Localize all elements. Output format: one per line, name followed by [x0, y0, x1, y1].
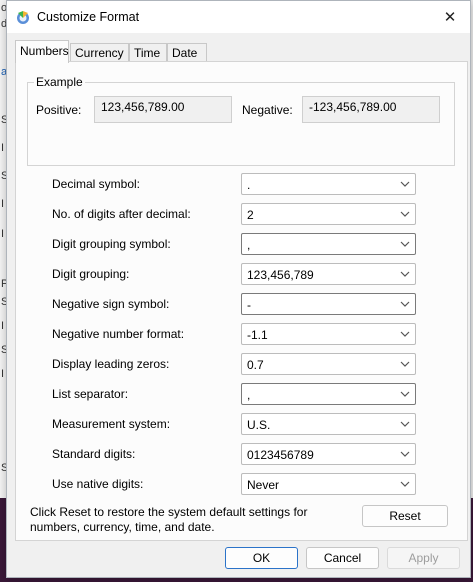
chevron-down-icon: [400, 331, 410, 337]
control-panel-icon: [17, 11, 29, 24]
select-value: .: [247, 178, 251, 192]
chevron-down-icon: [400, 301, 410, 307]
background-text-fragment: I: [1, 142, 5, 154]
tab-label: Time: [134, 46, 161, 60]
apply-button-label: Apply: [408, 551, 439, 565]
negative-number-format-label: Negative number format:: [52, 327, 185, 341]
ok-button-label: OK: [252, 551, 271, 565]
select-value: ,: [247, 388, 251, 402]
chevron-down-icon: [400, 181, 410, 187]
select-value: 123,456,789: [247, 268, 314, 282]
digit-grouping-symbol-select[interactable]: ,: [241, 233, 416, 255]
negative-example-value: -123,456,789.00: [309, 100, 397, 114]
apply-button[interactable]: Apply: [387, 547, 460, 569]
background-text-fragment: I: [1, 368, 5, 380]
background-text-fragment: I: [1, 228, 5, 240]
reset-button[interactable]: Reset: [362, 505, 448, 527]
standard-digits-select[interactable]: 0123456789: [241, 443, 416, 465]
measurement-system-label: Measurement system:: [52, 417, 171, 431]
select-value: 0.7: [247, 358, 264, 372]
positive-label: Positive:: [36, 103, 82, 117]
display-leading-zeros-label: Display leading zeros:: [52, 357, 170, 371]
negative-number-format-select[interactable]: -1.1: [241, 323, 416, 345]
digit-grouping-select[interactable]: 123,456,789: [241, 263, 416, 285]
reset-note: Click Reset to restore the system defaul…: [30, 505, 308, 534]
chevron-down-icon: [400, 481, 410, 487]
tab-label: Numbers: [20, 44, 69, 58]
list-separator-label: List separator:: [52, 387, 129, 401]
title-bar[interactable]: Customize Format ✕: [7, 1, 470, 33]
negative-sign-symbol-select[interactable]: -: [241, 293, 416, 315]
chevron-down-icon: [400, 361, 410, 367]
example-legend: Example: [34, 75, 85, 89]
positive-example-box: 123,456,789.00: [94, 96, 232, 123]
customize-format-dialog: Customize Format ✕ Numbers Currency Time…: [6, 0, 471, 578]
example-group: Example Positive: 123,456,789.00 Negativ…: [27, 75, 455, 166]
chevron-down-icon: [400, 391, 410, 397]
decimal-symbol-select[interactable]: .: [241, 173, 416, 195]
select-value: ,: [247, 238, 251, 252]
tab-label: Currency: [75, 46, 124, 60]
numbers-tab-panel: Example Positive: 123,456,789.00 Negativ…: [15, 61, 468, 541]
standard-digits-label: Standard digits:: [52, 447, 136, 461]
display-leading-zeros-select[interactable]: 0.7: [241, 353, 416, 375]
tab-time[interactable]: Time: [129, 43, 167, 62]
chevron-down-icon: [400, 271, 410, 277]
use-native-digits-select[interactable]: Never: [241, 473, 416, 495]
cancel-button-label: Cancel: [323, 551, 362, 565]
close-button[interactable]: ✕: [430, 1, 470, 33]
negative-example-box: -123,456,789.00: [302, 96, 440, 123]
digits-after-decimal-select[interactable]: 2: [241, 203, 416, 225]
tab-date[interactable]: Date: [167, 43, 207, 62]
select-value: U.S.: [247, 418, 271, 432]
chevron-down-icon: [400, 211, 410, 217]
digit-grouping-symbol-label: Digit grouping symbol:: [52, 237, 171, 251]
background-text-fragment: I: [1, 198, 5, 210]
reset-button-label: Reset: [389, 509, 421, 523]
close-icon: ✕: [443, 9, 457, 26]
select-value: 0123456789: [247, 448, 314, 462]
background-text-fragment: I: [1, 320, 5, 332]
digits-after-decimal-label: No. of digits after decimal:: [52, 207, 191, 221]
select-value: 2: [247, 208, 254, 222]
chevron-down-icon: [400, 451, 410, 457]
select-value: -1.1: [247, 328, 268, 342]
tab-currency[interactable]: Currency: [70, 43, 129, 62]
cancel-button[interactable]: Cancel: [306, 547, 379, 569]
tab-numbers[interactable]: Numbers: [15, 40, 69, 63]
chevron-down-icon: [400, 421, 410, 427]
dialog-title: Customize Format: [37, 10, 140, 24]
measurement-system-select[interactable]: U.S.: [241, 413, 416, 435]
decimal-symbol-label: Decimal symbol:: [52, 177, 141, 191]
ok-button[interactable]: OK: [225, 547, 298, 569]
use-native-digits-label: Use native digits:: [52, 477, 144, 491]
negative-label: Negative:: [242, 103, 293, 117]
tab-label: Date: [172, 46, 198, 60]
select-value: -: [247, 298, 251, 312]
select-value: Never: [247, 478, 280, 492]
negative-sign-symbol-label: Negative sign symbol:: [52, 297, 170, 311]
chevron-down-icon: [400, 241, 410, 247]
list-separator-select[interactable]: ,: [241, 383, 416, 405]
digit-grouping-label: Digit grouping:: [52, 267, 130, 281]
positive-example-value: 123,456,789.00: [101, 100, 185, 114]
